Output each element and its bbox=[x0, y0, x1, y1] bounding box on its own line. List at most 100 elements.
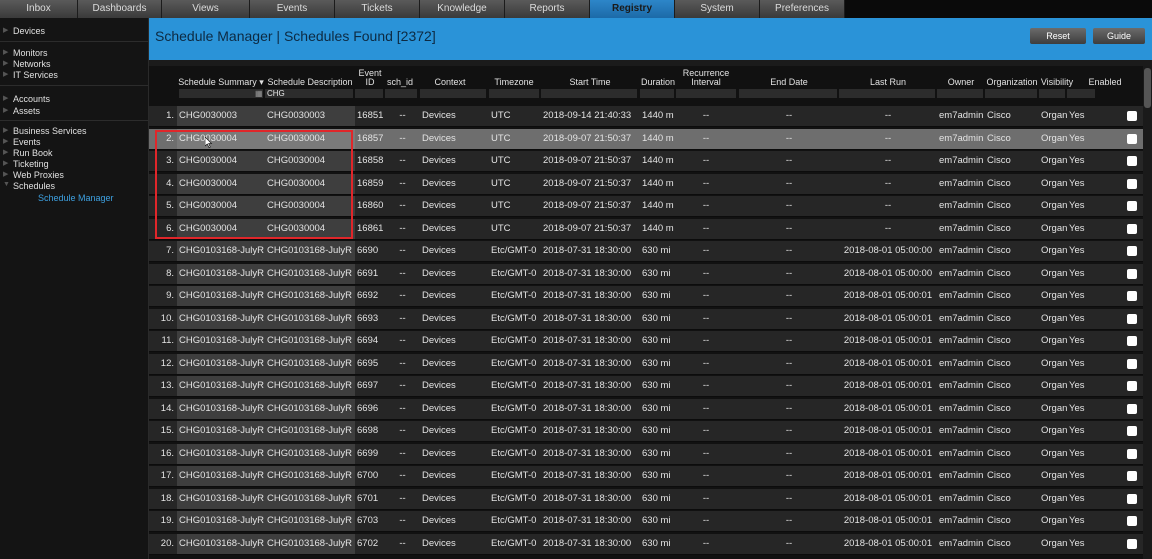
row-checkbox[interactable] bbox=[1127, 201, 1137, 211]
filter-event-id-input[interactable] bbox=[355, 89, 383, 98]
table-row[interactable]: 8. CHG0103168-JulyR CHG0103168-JulyR 6691 --… bbox=[149, 263, 1143, 285]
sidebar-item-schedules[interactable]: ▼ Schedules bbox=[0, 181, 148, 191]
col-header-sch-id[interactable]: sch_id bbox=[385, 66, 415, 89]
table-row[interactable]: 1. CHG0030003 CHG0030003 16851 -- Devices UTC 2… bbox=[149, 106, 1143, 127]
guide-button[interactable]: Guide bbox=[1093, 28, 1145, 44]
sidebar-item-schedule-manager[interactable]: Schedule Manager bbox=[0, 193, 148, 203]
row-checkbox[interactable] bbox=[1127, 223, 1137, 234]
tab-inbox[interactable]: Inbox bbox=[0, 0, 78, 18]
cell-enabled: Yes bbox=[1069, 132, 1085, 144]
tab-system[interactable]: System bbox=[675, 0, 760, 18]
col-header-timezone[interactable]: Timezone bbox=[489, 66, 539, 89]
row-checkbox[interactable] bbox=[1127, 358, 1137, 369]
tab-reports[interactable]: Reports bbox=[505, 0, 590, 18]
sidebar-item-assets[interactable]: ▶ Assets bbox=[0, 106, 148, 116]
filter-start-input[interactable] bbox=[541, 89, 637, 98]
col-header-duration[interactable]: Duration bbox=[640, 66, 676, 89]
filter-last-run-input[interactable] bbox=[839, 89, 935, 98]
row-checkbox[interactable] bbox=[1127, 538, 1137, 549]
row-checkbox[interactable] bbox=[1127, 111, 1137, 121]
row-checkbox[interactable] bbox=[1127, 313, 1137, 324]
row-checkbox[interactable] bbox=[1127, 426, 1137, 436]
sidebar-item-monitors[interactable]: ▶ Monitors bbox=[0, 48, 148, 58]
sidebar-item-ticketing[interactable]: ▶ Ticketing bbox=[0, 159, 148, 169]
col-header-organization[interactable]: Organization bbox=[985, 66, 1039, 89]
row-checkbox[interactable] bbox=[1127, 178, 1137, 189]
cell-start-time: 2018-09-14 21:40:33 bbox=[543, 110, 632, 121]
row-checkbox[interactable] bbox=[1127, 516, 1137, 526]
table-row[interactable]: 5. CHG0030004 CHG0030004 16860 -- Devices UTC 2… bbox=[149, 196, 1143, 217]
row-checkbox[interactable] bbox=[1127, 448, 1137, 459]
table-row[interactable]: 16. CHG0103168-JulyR CHG0103168-JulyR 6699-… bbox=[149, 443, 1143, 465]
row-checkbox[interactable] bbox=[1127, 336, 1137, 346]
filter-timezone-input[interactable] bbox=[489, 89, 539, 98]
row-checkbox[interactable] bbox=[1127, 133, 1137, 144]
scrollbar-thumb[interactable] bbox=[1144, 68, 1151, 108]
filter-recurrence-input[interactable] bbox=[676, 89, 736, 98]
table-row[interactable]: 19. CHG0103168-JulyR CHG0103168-JulyR 6703-… bbox=[149, 511, 1143, 532]
row-checkbox[interactable] bbox=[1127, 291, 1137, 301]
table-row[interactable]: 4. CHG0030004 CHG0030004 16859 -- Devices UTC 2… bbox=[149, 173, 1143, 195]
table-row[interactable]: 3. CHG0030004 CHG0030004 16858 -- Devices UTC 2… bbox=[149, 151, 1143, 172]
sidebar-item-business-services[interactable]: ▶ Business Services bbox=[0, 126, 148, 136]
tab-preferences[interactable]: Preferences bbox=[760, 0, 845, 18]
table-row[interactable]: 6. CHG0030004 CHG0030004 16861 -- Devices UTC 2… bbox=[149, 218, 1143, 240]
table-row[interactable]: 13. CHG0103168-JulyR CHG0103168-JulyR 6697-… bbox=[149, 376, 1143, 397]
sidebar-item-devices[interactable]: ▶ Devices bbox=[0, 26, 148, 36]
table-row[interactable]: 10. CHG0103168-JulyR CHG0103168-JulyR 6693-… bbox=[149, 308, 1143, 330]
table-row[interactable]: 14. CHG0103168-JulyR CHG0103168-JulyR 6696-… bbox=[149, 398, 1143, 420]
col-header-schedule-summary[interactable]: Schedule Summary ▾ bbox=[177, 66, 265, 89]
filter-owner-input[interactable] bbox=[937, 89, 983, 98]
sidebar-item-web-proxies[interactable]: ▶ Web Proxies bbox=[0, 170, 148, 180]
tab-events[interactable]: Events bbox=[250, 0, 335, 18]
table-row[interactable]: 20. CHG0103168-JulyR CHG0103168-JulyR 6702-… bbox=[149, 533, 1143, 555]
table-row[interactable]: 7. CHG0103168-JulyR CHG0103168-JulyR 6690 --… bbox=[149, 241, 1143, 262]
row-checkbox[interactable] bbox=[1127, 246, 1137, 256]
col-header-schedule-description[interactable]: Schedule Description bbox=[265, 66, 355, 89]
row-checkbox[interactable] bbox=[1127, 493, 1137, 504]
filter-end-date-input[interactable] bbox=[739, 89, 837, 98]
table-row[interactable]: 2. CHG0030004 CHG0030004 16857 -- Devices UTC 2… bbox=[149, 128, 1143, 150]
filter-org-input[interactable] bbox=[985, 89, 1037, 98]
tab-dashboards[interactable]: Dashboards bbox=[78, 0, 162, 18]
vertical-scrollbar[interactable] bbox=[1143, 66, 1152, 559]
filter-enabled-input[interactable] bbox=[1067, 89, 1095, 98]
tab-tickets[interactable]: Tickets bbox=[335, 0, 420, 18]
col-header-event-id[interactable]: Event ID bbox=[355, 66, 385, 89]
tab-views[interactable]: Views bbox=[162, 0, 250, 18]
tab-registry[interactable]: Registry bbox=[590, 0, 675, 18]
row-checkbox[interactable] bbox=[1127, 156, 1137, 166]
filter-duration-input[interactable] bbox=[640, 89, 674, 98]
cell-timezone: UTC bbox=[491, 177, 511, 189]
sidebar-item-run-book[interactable]: ▶ Run Book bbox=[0, 148, 148, 158]
filter-description-input[interactable]: ▦ CHG bbox=[255, 89, 353, 98]
col-header-recurrence[interactable]: Recurrence Interval bbox=[676, 66, 736, 89]
col-header-end-date[interactable]: End Date bbox=[739, 66, 839, 89]
row-checkbox[interactable] bbox=[1127, 471, 1137, 481]
col-header-last-run[interactable]: Last Run bbox=[839, 66, 937, 89]
table-row[interactable]: 11. CHG0103168-JulyR CHG0103168-JulyR 6694-… bbox=[149, 331, 1143, 352]
row-checkbox[interactable] bbox=[1127, 403, 1137, 414]
row-checkbox[interactable] bbox=[1127, 268, 1137, 279]
filter-context-input[interactable] bbox=[420, 89, 486, 98]
sidebar-item-it-services[interactable]: ▶ IT Services bbox=[0, 70, 148, 80]
sidebar-item-events[interactable]: ▶ Events bbox=[0, 137, 148, 147]
sidebar-item-networks[interactable]: ▶ Networks bbox=[0, 59, 148, 69]
filter-sch-id-input[interactable] bbox=[385, 89, 417, 98]
table-row[interactable]: 9. CHG0103168-JulyR CHG0103168-JulyR 6692 --… bbox=[149, 286, 1143, 307]
sidebar-item-accounts[interactable]: ▶ Accounts bbox=[0, 94, 148, 104]
table-row[interactable]: 15. CHG0103168-JulyR CHG0103168-JulyR 6698-… bbox=[149, 421, 1143, 442]
reset-button[interactable]: Reset bbox=[1030, 28, 1086, 44]
table-row[interactable]: 17. CHG0103168-JulyR CHG0103168-JulyR 6700-… bbox=[149, 466, 1143, 487]
col-header-owner[interactable]: Owner bbox=[937, 66, 985, 89]
col-header-visibility[interactable]: Visibility bbox=[1039, 66, 1075, 89]
col-header-context[interactable]: Context bbox=[420, 66, 480, 89]
col-header-start-time[interactable]: Start Time bbox=[541, 66, 639, 89]
table-row[interactable]: 12. CHG0103168-JulyR CHG0103168-JulyR 6695-… bbox=[149, 353, 1143, 375]
filter-visibility-input[interactable] bbox=[1039, 89, 1065, 98]
filter-summary-input[interactable] bbox=[179, 89, 263, 98]
table-row[interactable]: 18. CHG0103168-JulyR CHG0103168-JulyR 6701-… bbox=[149, 488, 1143, 510]
row-checkbox[interactable] bbox=[1127, 381, 1137, 391]
tab-knowledge[interactable]: Knowledge bbox=[420, 0, 505, 18]
col-header-enabled[interactable]: Enabled bbox=[1088, 66, 1121, 89]
